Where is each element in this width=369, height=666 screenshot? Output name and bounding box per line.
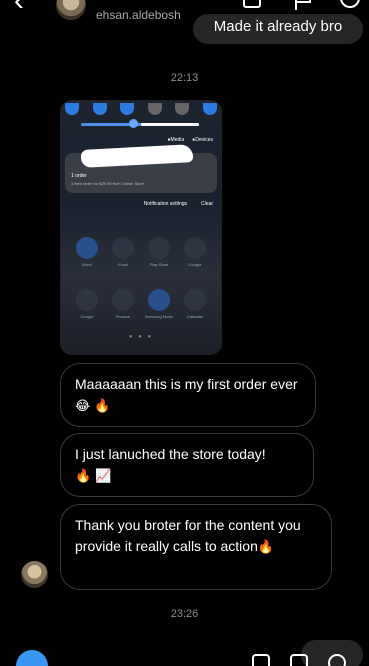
wifi-icon: [65, 103, 79, 115]
back-icon[interactable]: ‹: [14, 0, 24, 16]
sound-icon: [92, 103, 107, 115]
media-label: Media: [168, 137, 185, 143]
brightness-slider-track: [141, 123, 199, 126]
shared-screenshot[interactable]: Media Devices 1 order 1 item order for $…: [60, 100, 222, 355]
sent-message[interactable]: Made it already bro: [193, 14, 363, 44]
video-call-icon[interactable]: [243, 0, 261, 8]
app-tile: Finance: [105, 289, 141, 319]
laugh-fire-emoji-icon: 😂 🔥: [75, 399, 111, 414]
app-grid: Word Excel Play Store Google Google Fina…: [69, 237, 213, 319]
app-tile: Google: [177, 237, 213, 267]
notification-actions: Notification settings Clear: [144, 201, 213, 207]
flashlight-icon: [202, 103, 217, 115]
bluetooth-icon: [120, 103, 135, 115]
quick-settings-row: [65, 103, 217, 115]
received-message[interactable]: Thank you broter for the content you pro…: [60, 504, 332, 590]
sticker-icon[interactable]: [290, 654, 308, 666]
received-message[interactable]: I just lanuched the store today! 🔥 📈: [60, 433, 314, 497]
app-icon: [148, 289, 170, 311]
message-composer: [0, 650, 369, 666]
app-icon: [112, 237, 134, 259]
message-text: I just lanuched the store today!: [75, 446, 266, 462]
camera-icon[interactable]: [16, 650, 48, 666]
received-message[interactable]: Maaaaaan this is my first order ever 😂 🔥: [60, 363, 316, 427]
gallery-icon[interactable]: [252, 654, 270, 666]
page-indicator: ● ● ●: [128, 334, 154, 340]
fire-chart-emoji-icon: 🔥 📈: [75, 469, 112, 484]
app-icon: [112, 289, 134, 311]
app-icon: [76, 237, 98, 259]
emoji-icon[interactable]: [328, 654, 346, 666]
avatar[interactable]: [56, 0, 86, 20]
fire-emoji-icon: 🔥: [257, 540, 275, 555]
rotate-icon: [147, 103, 162, 115]
flag-icon[interactable]: [292, 0, 314, 10]
notification-title: 1 order: [71, 173, 87, 179]
airplane-icon: [175, 103, 190, 115]
app-tile: Samsung Music: [141, 289, 177, 319]
notification-body: 1 item order for $29.99 from Online Stor…: [71, 181, 144, 186]
notification-settings-label: Notification settings: [143, 201, 188, 207]
message-text: Maaaaaan this is my first order ever: [75, 376, 298, 392]
brightness-knob: [129, 119, 138, 128]
app-tile: Excel: [105, 237, 141, 267]
info-icon[interactable]: [340, 0, 360, 8]
app-tile: Calendar: [177, 289, 213, 319]
app-tile: Play Store: [141, 237, 177, 267]
app-icon: [184, 237, 206, 259]
media-devices-row: Media Devices: [168, 137, 213, 143]
timestamp: 23:26: [170, 608, 199, 620]
app-icon: [76, 289, 98, 311]
app-tile: Google: [69, 289, 105, 319]
username[interactable]: ehsan.aldebosh: [96, 8, 181, 22]
sender-avatar[interactable]: [21, 561, 48, 588]
devices-label: Devices: [192, 137, 213, 143]
app-icon: [184, 289, 206, 311]
notification-clear-label: Clear: [201, 201, 213, 207]
app-icon: [148, 237, 170, 259]
timestamp: 22:13: [170, 72, 199, 84]
app-tile: Word: [69, 237, 105, 267]
